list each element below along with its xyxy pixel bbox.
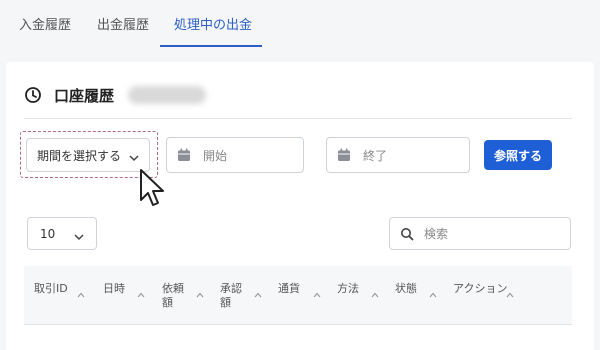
sort-up-icon[interactable]	[313, 283, 321, 298]
sort-up-icon[interactable]	[371, 283, 379, 298]
sort-up-icon[interactable]	[77, 283, 85, 298]
page-size-select[interactable]: 10	[27, 217, 97, 250]
submit-button[interactable]: 参照する	[484, 140, 552, 170]
chevron-down-icon	[74, 230, 84, 241]
sort-up-icon[interactable]	[137, 283, 145, 298]
page-size-value: 10	[40, 226, 56, 241]
end-date-placeholder: 終了	[363, 148, 388, 163]
column-header-action[interactable]: アクション	[453, 282, 507, 296]
column-header-method[interactable]: 方法	[337, 282, 359, 296]
tab-pending-withdrawals[interactable]: 処理中の出金	[174, 14, 252, 33]
sort-up-icon[interactable]	[254, 283, 262, 298]
period-select-label: 期間を選択する	[37, 148, 122, 163]
column-header-currency[interactable]: 通貨	[278, 282, 300, 296]
chevron-down-icon	[129, 151, 139, 162]
period-select[interactable]: 期間を選択する	[26, 138, 150, 172]
tab-bar: 入金履歴 出金履歴 処理中の出金	[0, 0, 600, 48]
start-date-field[interactable]: 開始	[166, 137, 304, 173]
search-placeholder: 検索	[424, 227, 449, 241]
table-divider	[24, 324, 572, 325]
calendar-icon	[177, 148, 191, 162]
search-icon	[400, 227, 414, 241]
sort-up-icon[interactable]	[196, 283, 204, 298]
tab-deposit-history[interactable]: 入金履歴	[19, 14, 71, 33]
mouse-cursor-icon	[138, 168, 168, 212]
start-date-placeholder: 開始	[203, 148, 228, 163]
clock-icon	[24, 86, 42, 104]
calendar-icon	[337, 148, 351, 162]
card-header: 口座履歴	[24, 84, 114, 106]
tab-withdrawal-history[interactable]: 出金履歴	[97, 14, 149, 33]
sort-up-icon[interactable]	[506, 283, 514, 298]
column-header-requested-amount[interactable]: 依頼 額	[162, 282, 184, 310]
column-header-transaction-id[interactable]: 取引ID	[34, 282, 68, 296]
end-date-field[interactable]: 終了	[326, 137, 470, 173]
column-header-datetime[interactable]: 日時	[103, 282, 125, 296]
column-header-approved-amount[interactable]: 承認 額	[220, 282, 242, 310]
card-title: 口座履歴	[54, 86, 115, 105]
divider	[24, 118, 572, 119]
redacted-account-id	[128, 86, 206, 104]
search-input[interactable]: 検索	[389, 217, 571, 250]
active-tab-indicator	[160, 45, 262, 47]
sort-up-icon[interactable]	[429, 283, 437, 298]
column-header-status[interactable]: 状態	[395, 282, 417, 296]
